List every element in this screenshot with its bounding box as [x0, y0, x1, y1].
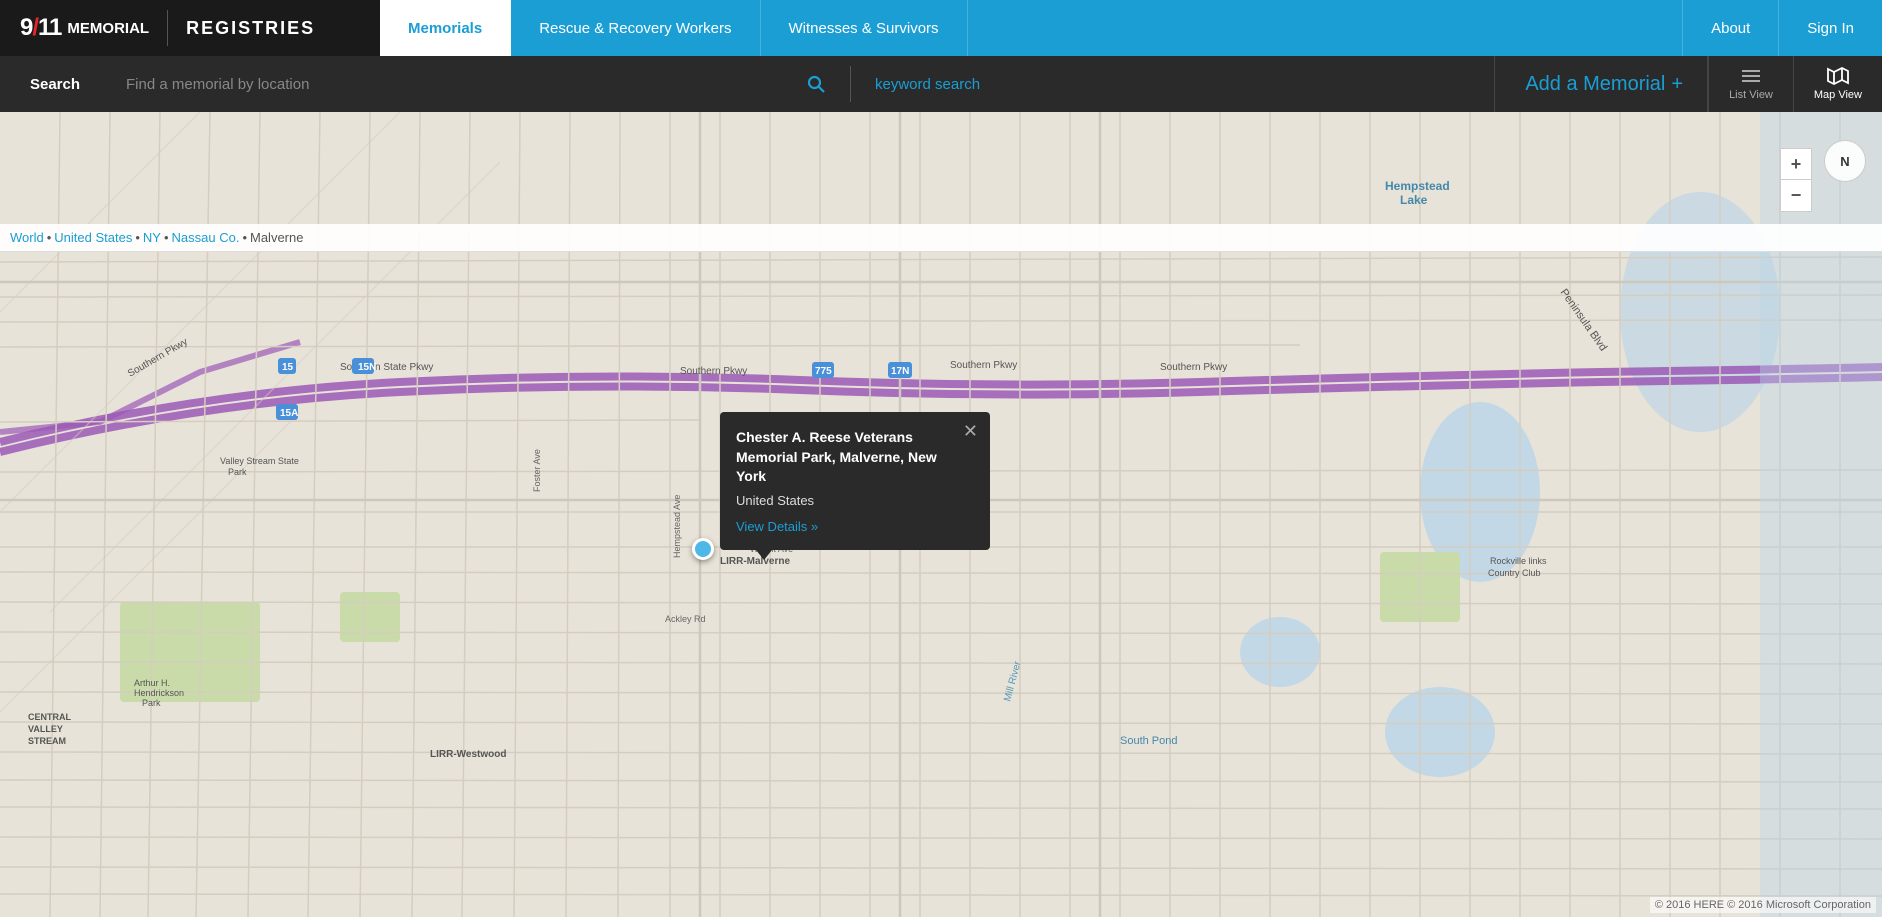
- popup-country: United States: [736, 493, 974, 508]
- search-label: Search: [0, 76, 110, 93]
- svg-text:Park: Park: [228, 467, 247, 477]
- add-memorial-label: Add a Memorial: [1525, 73, 1665, 96]
- search-bar: Search Add a Memorial + List View: [0, 56, 1882, 112]
- popup-title: Chester A. Reese Veterans Memorial Park,…: [736, 428, 954, 487]
- breadcrumb-sep-3: •: [242, 230, 247, 245]
- keyword-search-input[interactable]: [859, 76, 1079, 93]
- map-view-label: Map View: [1814, 89, 1862, 101]
- svg-text:Lake: Lake: [1400, 193, 1428, 207]
- svg-text:Foster Ave: Foster Ave: [532, 449, 542, 492]
- nav-memorials[interactable]: Memorials: [380, 0, 511, 56]
- location-search-input[interactable]: [110, 56, 790, 112]
- search-icon[interactable]: [790, 74, 842, 94]
- svg-text:Country Club: Country Club: [1488, 568, 1541, 578]
- nav-sign-in[interactable]: Sign In: [1778, 0, 1882, 56]
- logo-area: 9/11 MEMORIAL REGISTRIES: [0, 0, 380, 56]
- view-toggle: List View Map View: [1707, 56, 1882, 112]
- breadcrumb-nassau[interactable]: Nassau Co.: [172, 230, 240, 245]
- top-navigation: 9/11 MEMORIAL REGISTRIES Memorials Rescu…: [0, 0, 1882, 56]
- svg-text:775: 775: [815, 366, 832, 377]
- svg-text:Park: Park: [142, 698, 161, 708]
- svg-text:15A: 15A: [280, 408, 298, 419]
- right-nav: About Sign In: [1682, 0, 1882, 56]
- svg-text:Rockville links: Rockville links: [1490, 556, 1547, 566]
- svg-text:CENTRAL: CENTRAL: [28, 712, 71, 722]
- breadcrumb-sep-0: •: [47, 230, 52, 245]
- svg-text:Southern Pkwy: Southern Pkwy: [950, 360, 1017, 371]
- list-view-button[interactable]: List View: [1708, 56, 1793, 112]
- svg-text:STREAM: STREAM: [28, 736, 66, 746]
- list-view-label: List View: [1729, 89, 1773, 101]
- svg-text:15N: 15N: [358, 362, 376, 373]
- popup-view-details-link[interactable]: View Details »: [736, 519, 818, 534]
- nav-rescue-workers[interactable]: Rescue & Recovery Workers: [511, 0, 760, 56]
- svg-text:Southern Pkwy: Southern Pkwy: [680, 366, 747, 377]
- add-memorial-plus-icon: +: [1671, 73, 1683, 96]
- add-memorial-button[interactable]: Add a Memorial +: [1494, 56, 1707, 112]
- copyright-text: © 2016 HERE © 2016 Microsoft Corporation: [1650, 897, 1876, 913]
- zoom-in-button[interactable]: +: [1780, 148, 1812, 180]
- map-view-button[interactable]: Map View: [1793, 56, 1882, 112]
- svg-text:Arthur H.: Arthur H.: [134, 678, 170, 688]
- pin-circle: [692, 538, 714, 560]
- breadcrumb-us[interactable]: United States: [54, 230, 132, 245]
- svg-text:15: 15: [282, 362, 294, 373]
- svg-text:South Pond: South Pond: [1120, 735, 1178, 747]
- zoom-controls: + −: [1780, 148, 1812, 212]
- nav-about[interactable]: About: [1682, 0, 1778, 56]
- svg-text:17N: 17N: [891, 366, 909, 377]
- svg-text:VALLEY: VALLEY: [28, 724, 63, 734]
- svg-text:Valley Stream State: Valley Stream State: [220, 456, 299, 466]
- compass-control[interactable]: N: [1824, 140, 1866, 182]
- logo-slash: /: [32, 14, 38, 41]
- logo-divider: [167, 10, 168, 46]
- compass-label: N: [1840, 154, 1849, 169]
- svg-text:Hendrickson: Hendrickson: [134, 688, 184, 698]
- breadcrumb-ny[interactable]: NY: [143, 230, 161, 245]
- svg-text:Ackley Rd: Ackley Rd: [665, 614, 706, 624]
- breadcrumb-malverne[interactable]: Malverne: [250, 230, 303, 245]
- svg-text:Southern Pkwy: Southern Pkwy: [1160, 362, 1227, 373]
- map-pin[interactable]: [692, 538, 714, 560]
- nav-witnesses-survivors[interactable]: Witnesses & Survivors: [761, 0, 968, 56]
- map-container[interactable]: Southern Pkwy Southern State Pkwy Southe…: [0, 112, 1882, 917]
- svg-text:Hempstead: Hempstead: [1385, 179, 1450, 193]
- map-popup: ✕ Chester A. Reese Veterans Memorial Par…: [720, 412, 990, 550]
- zoom-out-button[interactable]: −: [1780, 180, 1812, 212]
- logo-registries: REGISTRIES: [186, 18, 315, 39]
- search-divider: [850, 66, 851, 102]
- svg-text:LIRR-Westwood: LIRR-Westwood: [430, 749, 506, 760]
- logo-memorial: MEMORIAL: [67, 20, 149, 37]
- breadcrumb-world[interactable]: World: [10, 230, 44, 245]
- breadcrumb-sep-1: •: [135, 230, 140, 245]
- breadcrumb-bar: World • United States • NY • Nassau Co. …: [0, 224, 1882, 252]
- logo-911: 9/11: [20, 14, 61, 42]
- svg-text:Hempstead Ave: Hempstead Ave: [672, 495, 682, 558]
- popup-close-button[interactable]: ✕: [963, 422, 978, 440]
- breadcrumb-sep-2: •: [164, 230, 169, 245]
